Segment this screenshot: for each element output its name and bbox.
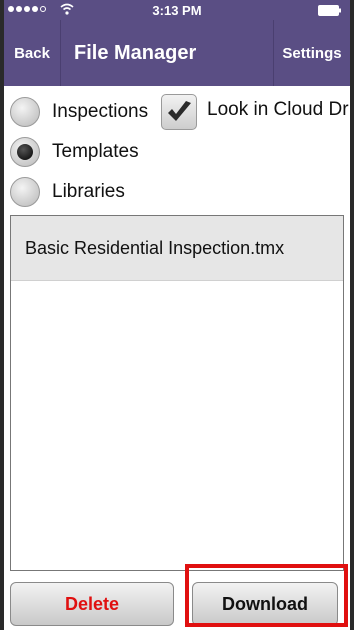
radio-option-templates[interactable]: Templates [4,135,139,169]
file-list[interactable]: Basic Residential Inspection.tmx [10,215,344,571]
status-bar: 3:13 PM [4,0,350,20]
radio-templates[interactable] [10,137,40,167]
radio-label-inspections: Inspections [52,101,149,122]
delete-button[interactable]: Delete [10,582,174,626]
status-time: 3:13 PM [152,3,202,18]
battery-icon [318,5,341,16]
page-title: File Manager [74,41,197,64]
cloud-checkbox[interactable] [161,94,197,130]
cloud-checkbox-label: Look in Cloud Dr [207,99,349,120]
nav-bar: Back File Manager Settings [4,20,350,86]
radio-option-libraries[interactable]: Libraries [4,175,125,209]
settings-button[interactable]: Settings [273,20,350,86]
download-highlight-box [185,564,348,627]
radio-label-libraries: Libraries [52,181,125,202]
list-item[interactable]: Basic Residential Inspection.tmx [11,216,343,281]
radio-option-inspections[interactable]: Inspections [4,95,148,129]
checkmark-icon [168,101,191,121]
back-button[interactable]: Back [4,20,61,86]
radio-inspections[interactable] [10,97,40,127]
phone-screen: 3:13 PM Back File Manager Settings Inspe… [0,0,354,630]
radio-label-templates: Templates [52,141,139,162]
radio-libraries[interactable] [10,177,40,207]
content-area: Inspections Look in Cloud Dr Templates L… [4,86,350,630]
radio-selected-dot [17,144,33,160]
